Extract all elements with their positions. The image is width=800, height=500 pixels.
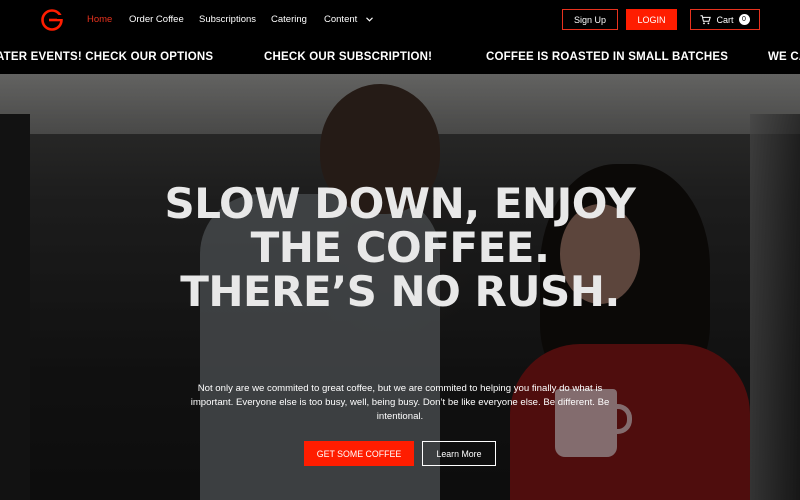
nav-item-subscriptions[interactable]: Subscriptions [199,14,256,25]
get-some-coffee-button[interactable]: GET SOME COFFEE [304,441,414,466]
cart-button[interactable]: Cart 0 [690,9,760,30]
signup-button[interactable]: Sign Up [562,9,618,30]
hero-section: SLOW DOWN, ENJOY THE COFFEE. THERE’S NO … [0,74,800,500]
nav-item-home[interactable]: Home [87,14,112,25]
g-logo-icon[interactable] [40,8,64,32]
login-button[interactable]: LOGIN [626,9,677,30]
top-nav: Home Order Coffee Subscriptions Catering… [0,0,800,40]
ticker-item: ATER EVENTS! CHECK OUR OPTIONS [0,51,214,63]
chevron-down-icon [366,17,373,22]
nav-item-order-coffee[interactable]: Order Coffee [129,14,184,25]
cart-label: Cart [716,14,734,25]
ticker-item: CHECK OUR SUBSCRIPTION! [264,51,433,63]
hero-headline: SLOW DOWN, ENJOY THE COFFEE. THERE’S NO … [164,179,636,316]
announcement-ticker: ATER EVENTS! CHECK OUR OPTIONS CHECK OUR… [0,40,800,74]
cart-icon [700,14,712,24]
nav-item-content-label: Content [324,14,358,25]
nav-item-catering[interactable]: Catering [271,14,307,25]
learn-more-button[interactable]: Learn More [422,441,496,466]
ticker-item: COFFEE IS ROASTED IN SMALL BATCHES [486,51,729,63]
cart-count-badge: 0 [738,14,750,25]
hero-subtext: Not only are we commited to great coffee… [190,383,610,422]
nav-item-content[interactable]: Content [324,14,373,25]
ticker-item: WE CA [768,51,800,63]
